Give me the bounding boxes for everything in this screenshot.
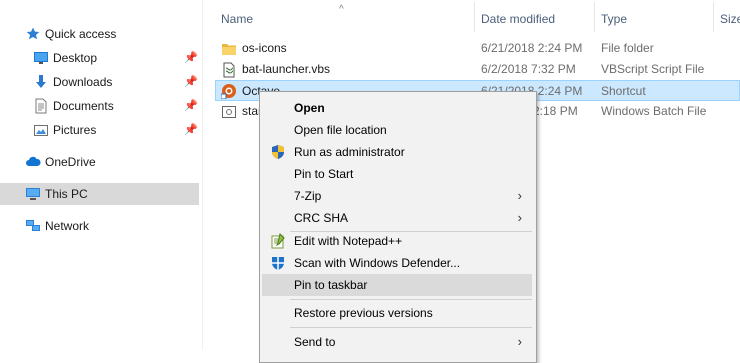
menu-separator bbox=[290, 327, 532, 328]
column-header-date[interactable]: Date modified bbox=[481, 12, 555, 26]
column-header-name[interactable]: Name bbox=[221, 12, 253, 26]
file-name: os-icons bbox=[242, 41, 287, 55]
nav-label: OneDrive bbox=[45, 155, 96, 169]
menu-item-pin-to-taskbar[interactable]: Pin to taskbar bbox=[262, 274, 532, 296]
documents-icon bbox=[33, 98, 49, 114]
menu-item-scan-defender[interactable]: Scan with Windows Defender... bbox=[262, 252, 532, 274]
nav-pictures[interactable]: Pictures 📌 bbox=[0, 119, 199, 141]
nav-label: Quick access bbox=[45, 27, 117, 41]
menu-item-label: Edit with Notepad++ bbox=[294, 234, 403, 248]
pin-icon[interactable]: 📌 bbox=[184, 119, 198, 141]
desktop-icon bbox=[33, 50, 49, 66]
menu-item-open-file-location[interactable]: Open file location bbox=[262, 119, 532, 141]
submenu-arrow-icon: › bbox=[517, 210, 522, 225]
nav-label: This PC bbox=[45, 187, 88, 201]
defender-icon bbox=[270, 255, 286, 271]
menu-item-label: Pin to taskbar bbox=[294, 278, 368, 292]
menu-item-edit-notepadpp[interactable]: Edit with Notepad++ bbox=[262, 230, 532, 252]
nav-label: Downloads bbox=[53, 75, 113, 89]
pictures-icon bbox=[33, 122, 49, 138]
menu-item-run-as-admin[interactable]: Run as administrator bbox=[262, 141, 532, 163]
computer-icon bbox=[25, 186, 41, 202]
nav-label: Documents bbox=[53, 99, 114, 113]
sort-ascending-icon: ^ bbox=[339, 4, 344, 15]
file-date: 6/21/2018 2:24 PM bbox=[481, 41, 583, 55]
column-separator[interactable] bbox=[713, 2, 714, 32]
menu-item-label: Restore previous versions bbox=[294, 306, 433, 320]
notepadpp-icon bbox=[270, 233, 286, 249]
script-file-icon bbox=[221, 62, 237, 78]
nav-network[interactable]: Network bbox=[0, 215, 199, 237]
file-date: 6/2/2018 7:32 PM bbox=[481, 62, 576, 76]
column-separator[interactable] bbox=[474, 2, 475, 32]
pin-icon[interactable]: 📌 bbox=[184, 71, 198, 93]
file-row[interactable]: bat-launcher.vbs 6/2/2018 7:32 PM VBScri… bbox=[215, 59, 740, 80]
network-icon bbox=[25, 218, 41, 234]
nav-onedrive[interactable]: OneDrive bbox=[0, 151, 199, 173]
menu-item-label: 7-Zip bbox=[294, 189, 322, 203]
nav-label: Network bbox=[45, 219, 90, 233]
file-name: bat-launcher.vbs bbox=[242, 62, 331, 76]
nav-documents[interactable]: Documents 📌 bbox=[0, 95, 199, 117]
pin-icon[interactable]: 📌 bbox=[184, 47, 198, 69]
nav-label: Desktop bbox=[53, 51, 98, 65]
download-icon bbox=[33, 74, 49, 90]
menu-item-label: Open bbox=[294, 101, 325, 115]
nav-label: Pictures bbox=[53, 123, 97, 137]
menu-item-label: CRC SHA bbox=[294, 211, 349, 225]
column-separator[interactable] bbox=[594, 2, 595, 32]
pin-icon[interactable]: 📌 bbox=[184, 95, 198, 117]
file-date: 2:18 PM bbox=[533, 104, 578, 118]
nav-downloads[interactable]: Downloads 📌 bbox=[0, 71, 199, 93]
navigation-pane: Quick access Desktop 📌 Downloads 📌 Docum… bbox=[0, 0, 200, 350]
menu-separator bbox=[290, 299, 532, 300]
menu-item-restore-versions[interactable]: Restore previous versions bbox=[262, 302, 532, 324]
nav-desktop[interactable]: Desktop 📌 bbox=[0, 47, 199, 69]
menu-item-open[interactable]: Open bbox=[262, 97, 532, 119]
menu-item-label: Scan with Windows Defender... bbox=[294, 256, 461, 270]
file-type: VBScript Script File bbox=[601, 62, 705, 76]
menu-item-label: Open file location bbox=[294, 123, 387, 137]
menu-item-pin-to-start[interactable]: Pin to Start bbox=[262, 163, 532, 185]
file-type: File folder bbox=[601, 41, 654, 55]
submenu-arrow-icon: › bbox=[517, 188, 522, 203]
column-header-type[interactable]: Type bbox=[601, 12, 627, 26]
nav-quick-access[interactable]: Quick access bbox=[0, 23, 199, 45]
uac-shield-icon bbox=[270, 144, 286, 160]
batch-file-icon bbox=[221, 104, 237, 120]
file-type: Shortcut bbox=[601, 84, 646, 98]
menu-item-crc-sha[interactable]: CRC SHA › bbox=[262, 207, 532, 229]
file-type: Windows Batch File bbox=[601, 104, 707, 118]
menu-item-7zip[interactable]: 7-Zip › bbox=[262, 185, 532, 207]
menu-item-label: Pin to Start bbox=[294, 167, 354, 181]
column-header-size[interactable]: Size bbox=[720, 12, 740, 26]
menu-item-label: Run as administrator bbox=[294, 145, 405, 159]
context-menu: Open Open file location Run as administr… bbox=[259, 91, 537, 363]
cloud-icon bbox=[25, 154, 41, 170]
nav-this-pc[interactable]: This PC bbox=[0, 183, 199, 205]
octave-icon bbox=[220, 83, 237, 100]
pane-divider[interactable] bbox=[202, 0, 203, 350]
file-row[interactable]: os-icons 6/21/2018 2:24 PM File folder bbox=[215, 38, 740, 59]
folder-icon bbox=[221, 41, 237, 57]
star-icon bbox=[25, 26, 41, 42]
